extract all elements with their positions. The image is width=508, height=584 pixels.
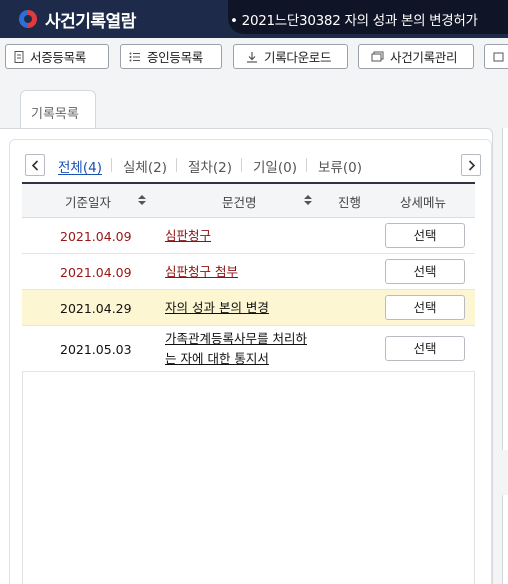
case-title: • 2021느단30382 자의 성과 본의 변경허가 <box>230 13 478 29</box>
side-panel-edge <box>502 495 508 584</box>
row-date: 2021.04.29 <box>60 301 132 316</box>
row-document-link[interactable]: 심판청구 <box>165 226 211 246</box>
table-row-selected: 2021.04.29 자의 성과 본의 변경 선택 <box>22 290 475 326</box>
table-frame-right <box>474 371 475 584</box>
witness-list-label: 증인등목록 <box>147 50 204 65</box>
sort-icon[interactable] <box>304 195 312 205</box>
select-button[interactable]: 선택 <box>385 223 465 248</box>
table-frame-left <box>22 371 23 584</box>
column-header-date[interactable]: 기준일자 <box>65 192 111 211</box>
download-icon <box>247 51 257 63</box>
filter-prev-button[interactable] <box>25 154 45 176</box>
evidence-list-label: 서증등목록 <box>30 50 87 65</box>
column-header-detail-menu: 상세메뉴 <box>400 195 447 210</box>
record-management-label: 사건기록관리 <box>390 50 458 65</box>
select-button[interactable]: 선택 <box>385 336 465 361</box>
side-panel-edge <box>502 128 508 450</box>
filter-divider <box>306 158 307 172</box>
row-document-link[interactable]: 가족관계등록사무를 처리하 <box>165 329 307 349</box>
chevron-left-icon <box>31 160 39 171</box>
select-button[interactable]: 선택 <box>385 259 465 284</box>
column-header-progress: 진행 <box>338 195 362 210</box>
sort-icon[interactable] <box>138 195 146 205</box>
evidence-list-button[interactable]: 서증등목록 <box>5 44 109 69</box>
filter-procedure[interactable]: 절차(2) <box>188 156 232 176</box>
toolbar: 서증등목록 증인등목록 기록다운로드 사건기록관리 <box>0 38 508 78</box>
record-download-label: 기록다운로드 <box>264 50 332 65</box>
list-icon <box>129 52 140 61</box>
chevron-right-icon <box>468 160 476 171</box>
row-document-link-line2[interactable]: 는 자에 대한 통지서 <box>165 349 269 369</box>
record-download-button[interactable]: 기록다운로드 <box>233 44 348 69</box>
row-date: 2021.04.09 <box>60 265 132 280</box>
folder-icon <box>371 51 384 62</box>
filter-divider <box>241 158 242 172</box>
filter-next-button[interactable] <box>461 154 481 176</box>
court-logo-icon <box>19 10 37 28</box>
row-document-link[interactable]: 심판청구 첨부 <box>165 262 238 282</box>
app-header: 사건기록열람 • 2021느단30382 자의 성과 본의 변경허가 <box>0 0 508 38</box>
table-row: 2021.05.03 가족관계등록사무를 처리하 는 자에 대한 통지서 선택 <box>22 326 475 372</box>
table-row: 2021.04.09 심판청구 첨부 선택 <box>22 254 475 290</box>
record-management-button[interactable]: 사건기록관리 <box>358 44 474 69</box>
filter-divider <box>176 158 177 172</box>
witness-list-button[interactable]: 증인등목록 <box>120 44 222 69</box>
app-title: 사건기록열람 <box>45 12 136 32</box>
select-button[interactable]: 선택 <box>385 295 465 320</box>
filter-all[interactable]: 전체(4) <box>58 156 102 176</box>
filter-substantive[interactable]: 실체(2) <box>123 156 167 176</box>
row-date: 2021.04.09 <box>60 229 132 244</box>
row-document-link[interactable]: 자의 성과 본의 변경 <box>165 298 269 318</box>
filter-divider <box>111 158 112 172</box>
table-row: 2021.04.09 심판청구 선택 <box>22 218 475 254</box>
window-icon <box>493 52 504 62</box>
filter-hearing[interactable]: 기일(0) <box>253 156 297 176</box>
filter-pending[interactable]: 보류(0) <box>318 156 362 176</box>
document-icon <box>14 50 24 63</box>
tab-record-list-label: 기록목록 <box>31 107 79 122</box>
more-toolbar-button[interactable] <box>484 44 508 69</box>
row-date: 2021.05.03 <box>60 342 132 357</box>
column-header-document[interactable]: 문건명 <box>222 192 257 211</box>
